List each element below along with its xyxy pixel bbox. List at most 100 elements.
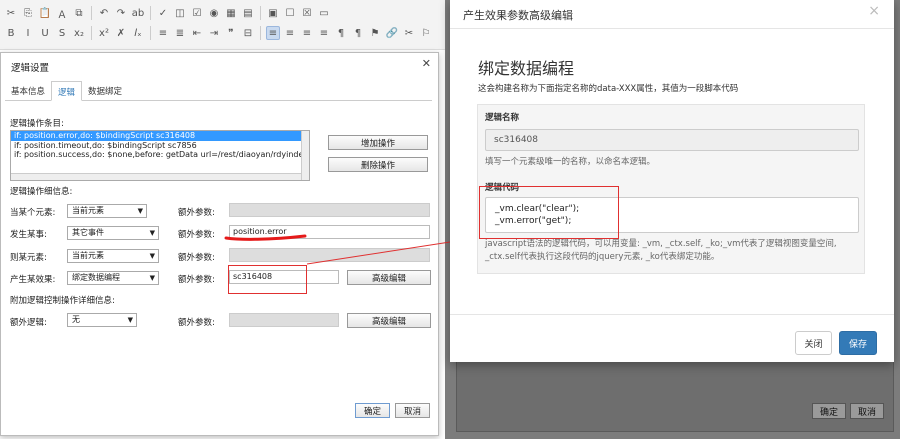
extra-logic-select-value: 无 <box>72 315 80 324</box>
toolbar-button-icon[interactable]: ¶ <box>334 26 348 40</box>
tab-basic-info[interactable]: 基本信息 <box>5 81 51 101</box>
delete-operation-button[interactable]: 删除操作 <box>328 157 428 172</box>
extra-param-input-3 <box>229 248 430 262</box>
extra-param-input-2[interactable]: position.error <box>229 225 430 239</box>
toolbar-button-icon[interactable]: ⇥ <box>207 26 221 40</box>
toolbar-button-icon[interactable]: ¶ <box>351 26 365 40</box>
dialog-title: 逻辑设置 <box>11 63 50 74</box>
logic-name-input[interactable]: sc316408 <box>485 129 859 151</box>
chevron-down-icon: ▼ <box>149 229 155 237</box>
toolbar-button-icon[interactable]: ❞ <box>224 26 238 40</box>
toolbar-button-icon[interactable]: ▤ <box>241 6 255 20</box>
toolbar-separator <box>260 6 261 20</box>
logic-code-help: javascript语法的逻辑代码，可以用变量: _vm, _ctx.self,… <box>485 239 837 262</box>
bg-cancel-button[interactable]: 取消 <box>850 403 885 419</box>
chevron-down-icon: ▼ <box>127 316 133 324</box>
toolbar-button-icon[interactable]: 🔗 <box>385 26 399 40</box>
save-button[interactable]: 保存 <box>839 331 877 355</box>
toolbar-button-icon[interactable]: ✓ <box>156 6 170 20</box>
toolbar-button-icon[interactable]: ◫ <box>173 6 187 20</box>
toolbar-button-icon[interactable]: I <box>21 26 35 40</box>
toolbar-separator <box>150 6 151 20</box>
toolbar-button-icon[interactable]: ◉ <box>207 6 221 20</box>
bg-ok-button[interactable]: 确定 <box>812 403 847 419</box>
logic-name-help: 填写一个元素级唯一的名称，以命名本逻辑。 <box>485 157 656 167</box>
logic-settings-dialog: 逻辑设置 ✕ 基本信息 逻辑 数据绑定 逻辑操作条目: if: position… <box>0 52 439 436</box>
ok-button[interactable]: 确定 <box>355 403 390 418</box>
toolbar-button-icon[interactable]: ☑ <box>190 6 204 20</box>
toolbar-button-icon[interactable]: ≡ <box>266 26 280 40</box>
toolbar-button-icon[interactable]: ≡ <box>300 26 314 40</box>
close-icon[interactable]: × <box>868 3 880 19</box>
tab-logic[interactable]: 逻辑 <box>51 81 83 101</box>
toolbar-button-icon[interactable]: ≡ <box>317 26 331 40</box>
toolbar-button-icon[interactable]: ⎘ <box>21 6 35 20</box>
close-button[interactable]: 关闭 <box>795 331 832 355</box>
annotation-box <box>479 186 619 239</box>
toolbar-button-icon[interactable]: ↶ <box>97 6 111 20</box>
toolbar-button-icon[interactable]: ☐ <box>283 6 297 20</box>
toolbar-separator <box>91 6 92 20</box>
cancel-button[interactable]: 取消 <box>395 403 430 418</box>
add-operation-button[interactable]: 增加操作 <box>328 135 428 150</box>
toolbar-button-icon[interactable]: ⇤ <box>190 26 204 40</box>
extra-logic-param-input <box>229 313 339 327</box>
toolbar-button-icon[interactable]: ⚑ <box>368 26 382 40</box>
extra-param-input-1 <box>229 203 430 217</box>
modal-footer: 关闭 保存 <box>450 314 894 362</box>
vertical-scrollbar[interactable] <box>301 131 309 180</box>
target-select-value: 当前元素 <box>72 251 104 260</box>
modal-heading: 绑定数据编程 <box>478 59 575 78</box>
toolbar-button-icon[interactable]: U <box>38 26 52 40</box>
event-select[interactable]: 其它事件 ▼ <box>67 226 159 240</box>
detail-label: 逻辑操作细信息: <box>10 187 73 197</box>
modal-title: 产生效果参数高级编辑 <box>463 9 573 22</box>
toolbar-button-icon[interactable]: x² <box>97 26 111 40</box>
extra-logic-select[interactable]: 无 ▼ <box>67 313 137 327</box>
target-label: 则某元素: <box>10 253 47 263</box>
toolbar-button-icon[interactable]: ✗ <box>114 26 128 40</box>
effect-label: 产生某效果: <box>10 275 56 285</box>
toolbar-button-icon[interactable]: x₂ <box>72 26 86 40</box>
tab-data-binding[interactable]: 数据绑定 <box>82 81 128 101</box>
toolbar-button-icon[interactable]: ▦ <box>224 6 238 20</box>
toolbar-button-icon[interactable]: ⚐ <box>419 26 433 40</box>
toolbar-button-icon[interactable]: ✂ <box>4 6 18 20</box>
toolbar-button-icon[interactable]: B <box>4 26 18 40</box>
target-select[interactable]: 当前元素 ▼ <box>67 249 159 263</box>
ops-listbox[interactable]: if: position.error,do: $bindingScript sc… <box>10 130 310 181</box>
toolbar-button-icon[interactable]: ≡ <box>156 26 170 40</box>
toolbar-button-icon[interactable]: ≡ <box>283 26 297 40</box>
effect-select-value: 绑定数据编程 <box>72 273 120 282</box>
element-select[interactable]: 当前元素 ▼ <box>67 204 147 218</box>
extra-param-label: 额外参数: <box>178 230 215 240</box>
list-item[interactable]: if: position.success,do: $none,before: g… <box>11 150 309 160</box>
list-item[interactable]: if: position.timeout,do: $bindingScript … <box>11 141 309 151</box>
close-icon[interactable]: ✕ <box>422 57 431 70</box>
toolbar-button-icon[interactable]: ▭ <box>317 6 331 20</box>
toolbar-row-2: B I U Sx₂ x² ✗ 𝐼ₓ ≡ ≣ ⇤ ⇥ ❞ ⊟ ≡ ≡ ≡ ≡ ¶ ¶ ⚑ 🔗 ✂ ⚐ <box>4 23 433 43</box>
toolbar-button-icon[interactable]: ↷ <box>114 6 128 20</box>
toolbar-button-icon[interactable]: 📋 <box>38 6 52 20</box>
advanced-edit-button-2[interactable]: 高级编辑 <box>347 313 431 328</box>
advanced-edit-button[interactable]: 高级编辑 <box>347 270 431 285</box>
toolbar-button-icon[interactable]: ▣ <box>266 6 280 20</box>
element-select-value: 当前元素 <box>72 206 104 215</box>
toolbar-button-icon[interactable]: ⊟ <box>241 26 255 40</box>
toolbar-button-icon[interactable]: ✂ <box>402 26 416 40</box>
event-label: 发生某事: <box>10 230 47 240</box>
dialog-tabs: 基本信息 逻辑 数据绑定 <box>5 81 432 101</box>
toolbar-button-icon[interactable]: 𝐼ₓ <box>131 26 145 40</box>
horizontal-scrollbar[interactable] <box>11 173 301 180</box>
toolbar-button-icon[interactable]: ⧉ <box>72 6 86 20</box>
ops-label: 逻辑操作条目: <box>10 119 64 129</box>
toolbar-button-icon[interactable]: S <box>55 26 69 40</box>
effect-select[interactable]: 绑定数据编程 ▼ <box>67 271 159 285</box>
toolbar-button-icon[interactable]: ≣ <box>173 26 187 40</box>
toolbar-button-icon[interactable]: ☒ <box>300 6 314 20</box>
logic-name-label: 逻辑名称 <box>485 113 520 123</box>
toolbar-button-icon[interactable]: Ａ <box>55 6 69 21</box>
modal-header: 产生效果参数高级编辑 × <box>450 0 894 29</box>
toolbar-button-icon[interactable]: ab <box>131 6 145 20</box>
list-item[interactable]: if: position.error,do: $bindingScript sc… <box>11 131 309 141</box>
